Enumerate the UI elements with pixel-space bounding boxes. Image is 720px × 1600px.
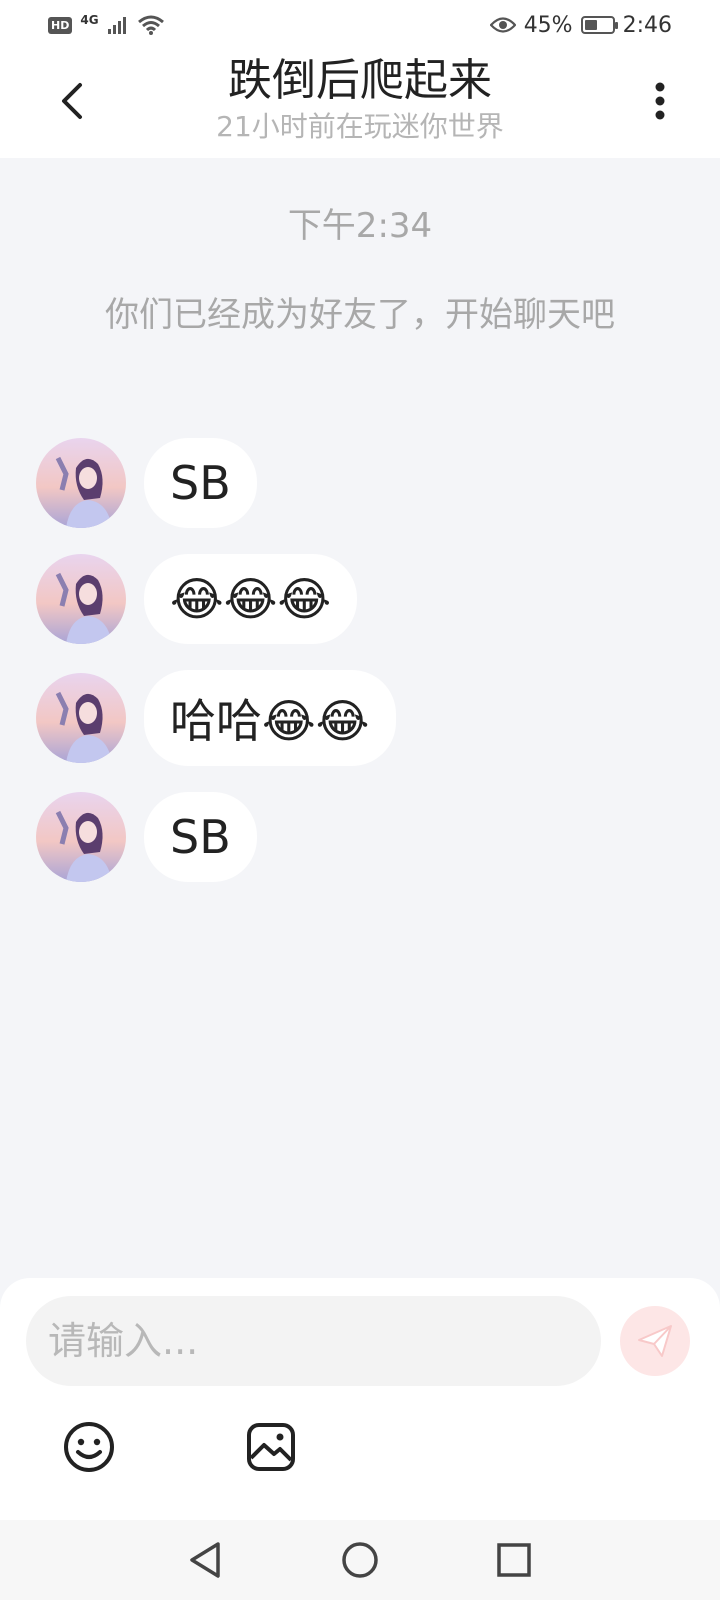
page-title: 跌倒后爬起来: [227, 55, 492, 106]
back-triangle-icon: [190, 1542, 220, 1578]
page-subtitle: 21小时前在玩迷你世界: [216, 110, 504, 143]
nav-home-button[interactable]: [338, 1538, 382, 1582]
battery-fill: [584, 20, 597, 30]
message-bubble[interactable]: SB: [144, 792, 257, 882]
image-icon: [247, 1423, 295, 1471]
avatar[interactable]: [36, 792, 126, 882]
message-bubble[interactable]: 哈哈😂😂: [144, 670, 396, 766]
message-input[interactable]: [26, 1296, 601, 1386]
message-row: SB: [36, 438, 257, 528]
system-message: 你们已经成为好友了，开始聊天吧: [105, 295, 615, 335]
avatar[interactable]: [36, 438, 126, 528]
hd-badge: HD: [48, 16, 73, 34]
chat-header: 跌倒后爬起来 21小时前在玩迷你世界: [0, 50, 720, 158]
message-bubble[interactable]: 😂😂😂: [144, 554, 358, 644]
nav-back-button[interactable]: [184, 1538, 228, 1582]
message-row: SB: [36, 792, 257, 882]
title-block: 跌倒后爬起来 21小时前在玩迷你世界: [216, 53, 504, 145]
home-circle-icon: [342, 1542, 378, 1578]
chat-area[interactable]: 下午2:34 你们已经成为好友了，开始聊天吧 SB 😂😂😂 哈哈😂😂 SB: [0, 158, 720, 1278]
message-bubble[interactable]: SB: [144, 438, 257, 528]
status-right: 45% 2:46: [489, 12, 672, 38]
battery-icon: [580, 16, 618, 34]
send-button[interactable]: [620, 1306, 690, 1376]
emoji-icon: [64, 1422, 114, 1472]
avatar[interactable]: [36, 554, 126, 644]
message-row: 😂😂😂: [36, 554, 358, 644]
back-icon: [62, 83, 82, 119]
send-icon: [638, 1325, 672, 1357]
recents-square-icon: [497, 1543, 531, 1577]
avatar[interactable]: [36, 673, 126, 763]
nav-recents-button[interactable]: [492, 1538, 536, 1582]
emoji-button[interactable]: [62, 1420, 116, 1474]
system-nav-bar: [0, 1520, 720, 1600]
composer-panel: [0, 1278, 720, 1520]
wifi-icon: [137, 15, 164, 35]
back-button[interactable]: [48, 76, 98, 126]
signal-icon: [107, 17, 126, 34]
network-type: 4G: [80, 13, 99, 27]
status-bar: HD 4G 45% 2:46: [0, 0, 720, 50]
image-button[interactable]: [244, 1420, 298, 1474]
more-vertical-icon: [655, 82, 665, 120]
more-button[interactable]: [640, 76, 680, 126]
chat-timestamp: 下午2:34: [287, 206, 433, 246]
battery-percent: 45%: [523, 12, 573, 38]
eye-icon: [489, 17, 516, 33]
clock: 2:46: [622, 12, 672, 38]
message-row: 哈哈😂😂: [36, 670, 396, 766]
status-left: HD 4G: [48, 13, 165, 36]
